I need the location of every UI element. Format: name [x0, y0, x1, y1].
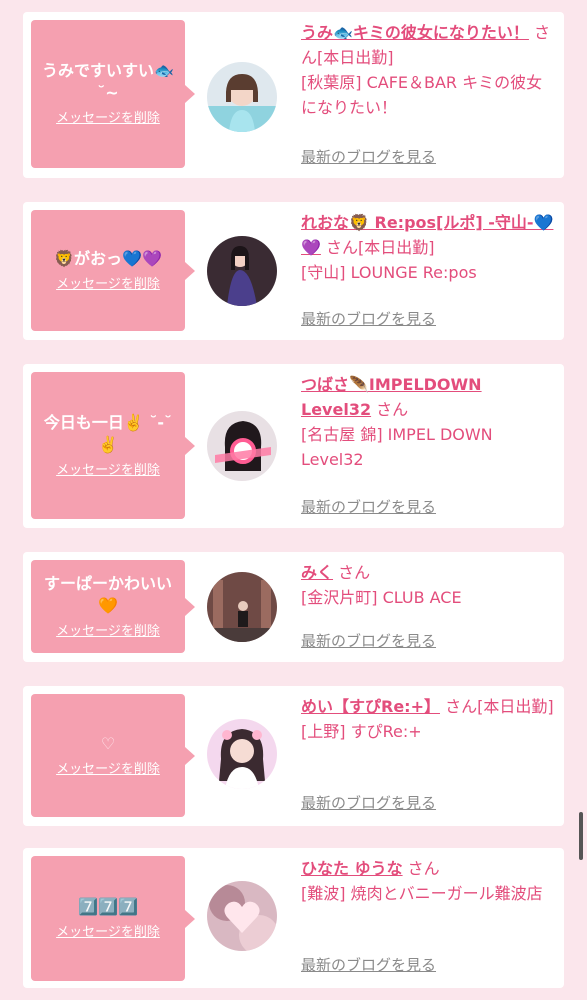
- message-bubble: うみですいすい🐟 ˘~ メッセージを削除: [31, 20, 195, 168]
- honorific: さん: [376, 400, 409, 419]
- message-text: 今日も一日✌️ ˘-˘ ✌️: [43, 412, 173, 454]
- message-card: 7️⃣7️⃣7️⃣ メッセージを削除 ひなた ゆうな さん [難波] 焼肉とバニ…: [23, 848, 564, 988]
- honorific: さん: [326, 238, 359, 257]
- sender-info: つばさ🪶IMPELDOWN Level32 さん [名古屋 錦] IMPEL D…: [301, 372, 557, 472]
- today-badge: [本日出勤]: [317, 48, 394, 67]
- message-bubble: 今日も一日✌️ ˘-˘ ✌️ メッセージを削除: [31, 372, 195, 519]
- latest-blog-link[interactable]: 最新のブログを見る: [301, 496, 436, 517]
- today-badge: [本日出勤]: [358, 238, 435, 257]
- avatar[interactable]: [207, 236, 277, 306]
- scrollbar[interactable]: [579, 812, 583, 860]
- latest-blog-link[interactable]: 最新のブログを見る: [301, 954, 436, 975]
- delete-message-link[interactable]: メッセージを削除: [56, 623, 160, 641]
- honorific: さん: [407, 859, 440, 878]
- delete-message-link[interactable]: メッセージを削除: [56, 761, 160, 779]
- message-text: 🦁がおっ💙💜: [54, 248, 162, 268]
- sender-name-link[interactable]: うみ🐟キミの彼女になりたい！: [301, 23, 529, 42]
- sender-info: うみ🐟キミの彼女になりたい！ さん[本日出勤] [秋葉原] CAFE＆BAR キ…: [301, 20, 557, 120]
- message-text: ♡: [100, 733, 116, 753]
- avatar[interactable]: [207, 411, 277, 481]
- message-card: ♡ メッセージを削除 めい【すぴRe:+】 さん[本日出勤] [上野] すぴRe…: [23, 686, 564, 826]
- sender-name-link[interactable]: めい【すぴRe:+】: [301, 697, 440, 716]
- avatar[interactable]: [207, 881, 277, 951]
- message-card: すーぱーかわいい 🧡 メッセージを削除 みく さん [金沢片町] CLUB AC…: [23, 552, 564, 662]
- avatar[interactable]: [207, 62, 277, 132]
- shop-label: [守山] LOUNGE Re:pos: [301, 263, 477, 282]
- sender-info: ひなた ゆうな さん [難波] 焼肉とバニーガール難波店: [301, 856, 557, 906]
- honorific: さん: [445, 697, 478, 716]
- latest-blog-link[interactable]: 最新のブログを見る: [301, 146, 436, 167]
- message-text: うみですいすい🐟 ˘~: [42, 61, 174, 102]
- sender-info: めい【すぴRe:+】 さん[本日出勤] [上野] すぴRe:+: [301, 694, 557, 744]
- sender-name-link[interactable]: ひなた ゆうな: [301, 859, 403, 878]
- message-bubble: すーぱーかわいい 🧡 メッセージを削除: [31, 560, 195, 653]
- delete-message-link[interactable]: メッセージを削除: [56, 924, 160, 942]
- delete-message-link[interactable]: メッセージを削除: [56, 110, 160, 128]
- shop-label: [上野] すぴRe:+: [301, 722, 422, 741]
- delete-message-link[interactable]: メッセージを削除: [56, 462, 160, 480]
- message-card: 🦁がおっ💙💜 メッセージを削除 れおな🦁 Re:pos[ルポ] -守山-💙💜 さ…: [23, 202, 564, 340]
- shop-label: [金沢片町] CLUB ACE: [301, 588, 462, 607]
- shop-label: [秋葉原] CAFE＆BAR キミの彼女になりたい！: [301, 73, 543, 117]
- avatar[interactable]: [207, 572, 277, 642]
- sender-info: れおな🦁 Re:pos[ルポ] -守山-💙💜 さん[本日出勤] [守山] LOU…: [301, 210, 557, 285]
- shop-label: [難波] 焼肉とバニーガール難波店: [301, 884, 543, 903]
- message-bubble: 🦁がおっ💙💜 メッセージを削除: [31, 210, 195, 331]
- avatar[interactable]: [207, 719, 277, 789]
- delete-message-link[interactable]: メッセージを削除: [56, 276, 160, 294]
- message-text: 7️⃣7️⃣7️⃣: [78, 896, 138, 916]
- latest-blog-link[interactable]: 最新のブログを見る: [301, 308, 436, 329]
- latest-blog-link[interactable]: 最新のブログを見る: [301, 792, 436, 813]
- sender-info: みく さん [金沢片町] CLUB ACE: [301, 560, 557, 610]
- honorific: さん: [338, 563, 371, 582]
- sender-name-link[interactable]: みく: [301, 563, 333, 582]
- message-text: すーぱーかわいい 🧡: [43, 573, 172, 615]
- today-badge: [本日出勤]: [477, 697, 554, 716]
- message-card: うみですいすい🐟 ˘~ メッセージを削除 うみ🐟キミの彼女になりたい！ さん[本…: [23, 12, 564, 178]
- shop-label: [名古屋 錦] IMPEL DOWN Level32: [301, 425, 493, 469]
- latest-blog-link[interactable]: 最新のブログを見る: [301, 630, 436, 651]
- message-bubble: 7️⃣7️⃣7️⃣ メッセージを削除: [31, 856, 195, 981]
- message-card: 今日も一日✌️ ˘-˘ ✌️ メッセージを削除 つばさ🪶IMPELDOWN Le…: [23, 364, 564, 528]
- message-bubble: ♡ メッセージを削除: [31, 694, 195, 817]
